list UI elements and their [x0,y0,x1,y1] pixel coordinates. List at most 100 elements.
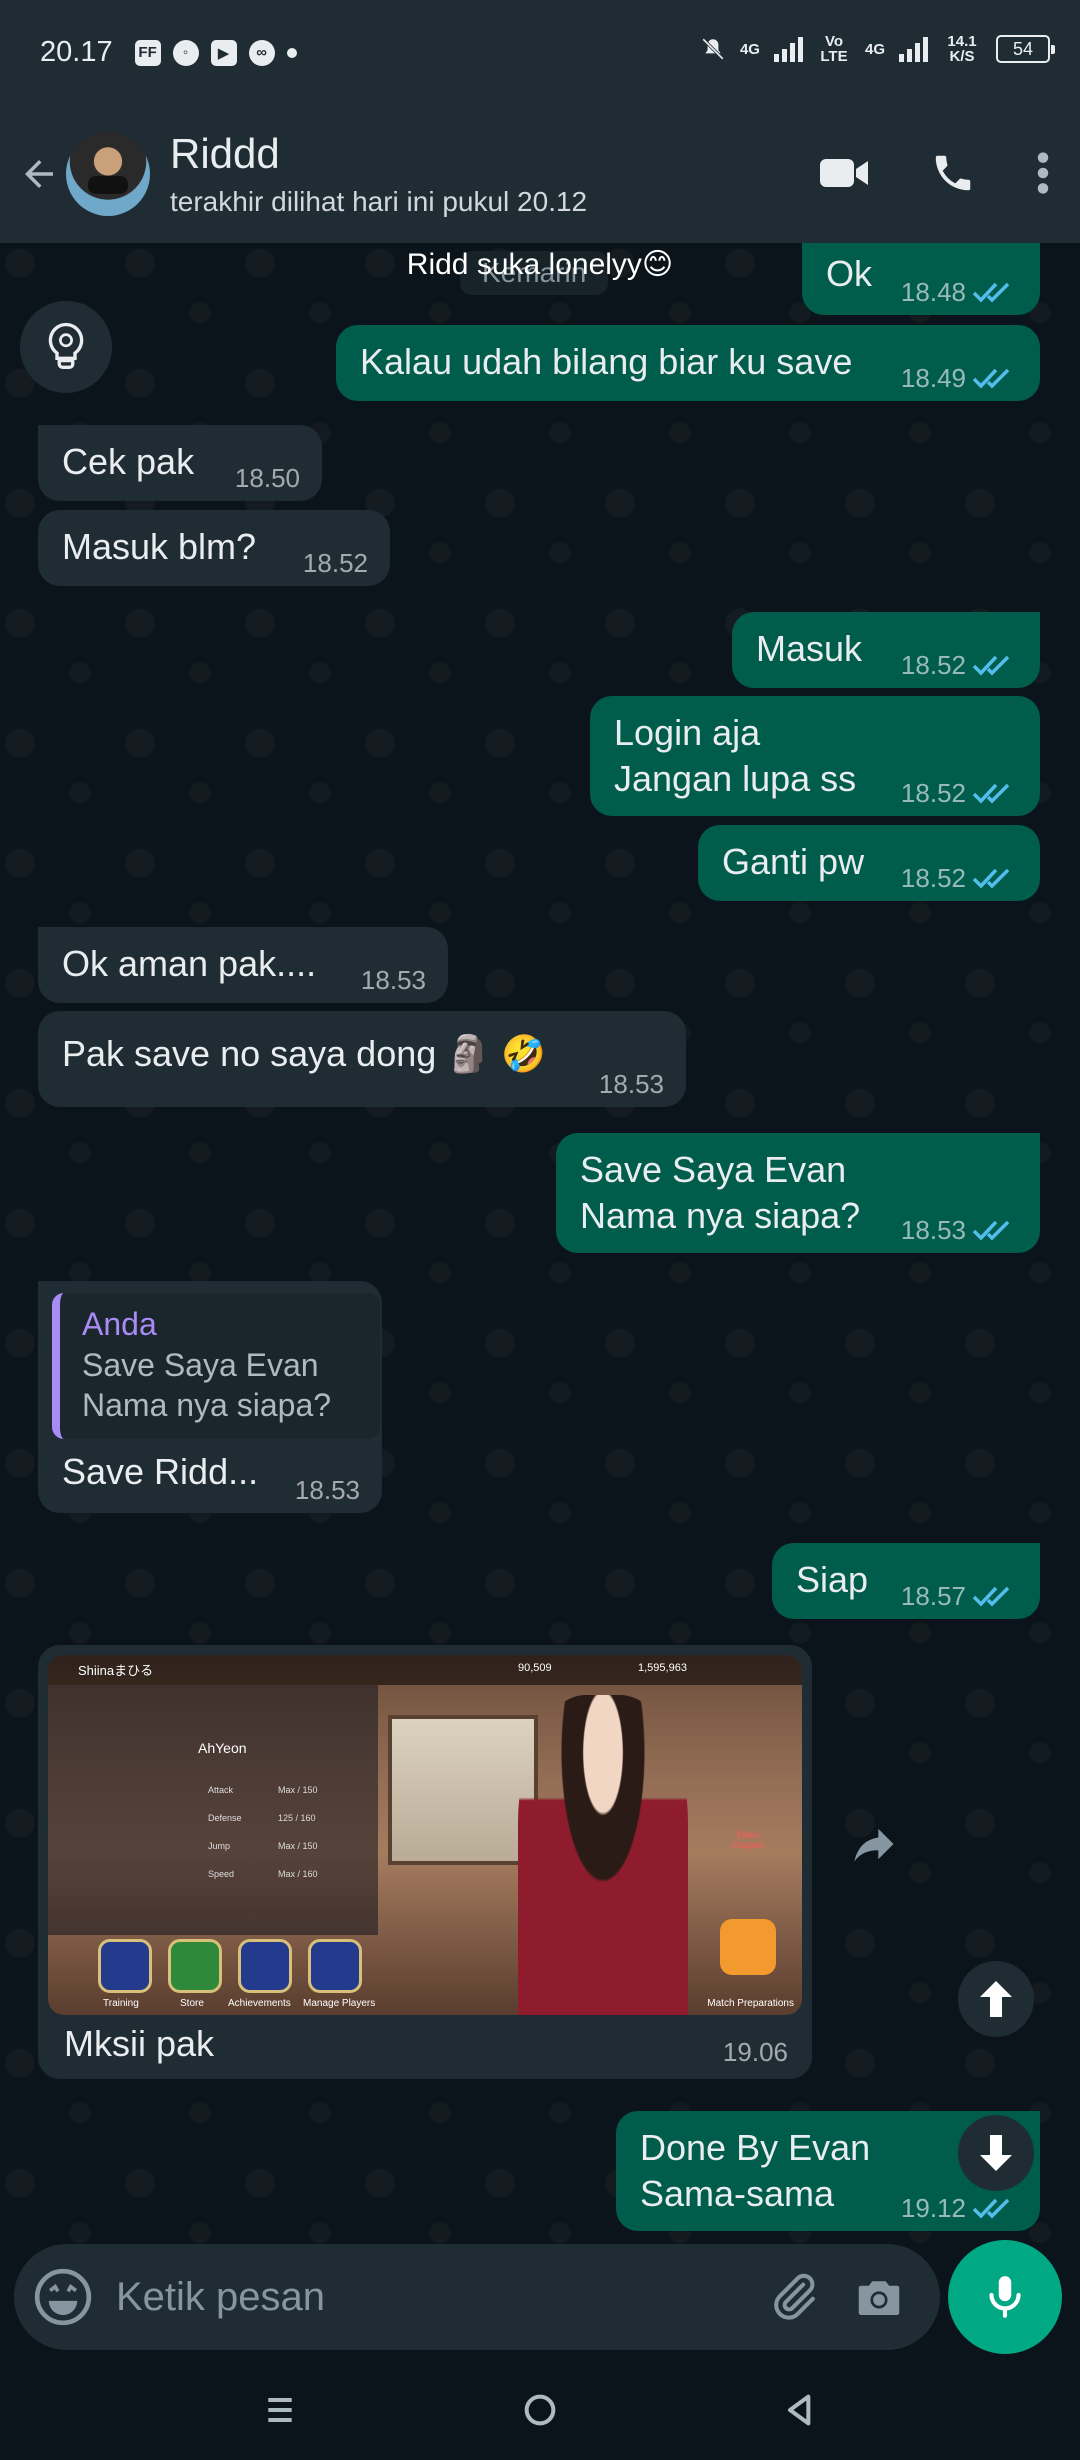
system-nav-bar [0,2360,1080,2460]
message-bubble-out[interactable]: Login aja Jangan lupa ss 18.52 [590,696,1040,816]
contact-name: Riddd [170,130,280,177]
arrow-up-icon [980,1981,1012,2017]
message-bubble-out[interactable]: Kalau udah bilang biar ku save 18.49 [336,325,1040,401]
message-time: 19.06 [722,2037,788,2067]
message-bubble-in[interactable]: Ok aman pak.... 18.53 [38,927,448,1003]
message-meta: 18.52 [303,550,368,576]
message-bubble-in[interactable]: Pak save no saya dong 🗿 🤣 18.53 [38,1011,686,1107]
message-bubble-out[interactable]: Siap 18.57 [772,1543,1040,1619]
header-actions [818,150,1050,196]
message-time: 18.53 [294,1475,360,1505]
read-ticks-icon [972,1220,1010,1241]
back-arrow-icon[interactable] [18,153,60,195]
message-time: 18.53 [598,1069,664,1099]
message-meta: 18.48 [901,279,1018,305]
message-meta: 18.52 [901,865,1018,891]
game-stat-speed: Speed [208,1869,235,1879]
game-stat-attack-value: Max / 150 [278,1785,318,1795]
voice-record-button[interactable] [948,2240,1062,2354]
message-bubble-out[interactable]: Masuk 18.52 [732,612,1040,688]
message-time: 18.50 [234,463,300,493]
message-meta: 18.53 [901,1217,1018,1243]
game-screenshot-image[interactable]: Shiinaまひる 90,509 1,595,963 AhYeon Attack… [48,1655,802,2015]
quoted-line-2: Nama nya siapa? [82,1387,332,1423]
signal-icon-1 [773,36,803,62]
network-type-1: 4G [739,40,760,58]
game-stats-panel: AhYeon Attack Max / 150 Defense 125 / 16… [48,1685,378,1935]
message-time: 18.57 [900,1581,966,1611]
message-time: 18.53 [360,965,426,995]
message-time: 18.49 [900,363,966,393]
quoted-sender: Anda [82,1306,157,1342]
chat-area[interactable]: Kemarin Ridd suka lonelyy😊 Ok 18.48 Kala… [0,243,1080,2243]
message-bubble-out[interactable]: Ganti pw 18.52 [698,825,1040,901]
battery-level: 54 [1012,38,1034,59]
message-meta: 18.52 [901,652,1018,678]
message-time: 18.52 [900,650,966,680]
lightbulb-icon [48,322,84,369]
ff-icon: FF [134,39,161,66]
game-player-name: Shiinaまひる [78,1663,154,1678]
store-button-icon [168,1939,222,1993]
scroll-up-button[interactable] [958,1961,1034,2037]
youtube-icon: ▶ [210,39,237,66]
network-type-2: 4G [864,40,885,58]
mute-icon [702,38,724,60]
volte-label: Vo LTE [820,33,848,65]
video-call-icon[interactable] [818,153,870,193]
infinity-icon: ∞ [248,39,275,66]
status-bar: 20.17 FF ◦ ▶ ∞ 4G Vo LTE 4G 14.1 K/S 54 [0,0,1080,105]
message-text: Pak save no saya dong 🗿 🤣 [62,1033,546,1074]
game-character-name: AhYeon [198,1740,247,1756]
message-bubble-image[interactable]: Shiinaまひる 90,509 1,595,963 AhYeon Attack… [38,1645,812,2079]
home-icon[interactable] [520,2390,560,2430]
game-currency-2: 1,595,963 [638,1662,687,1674]
message-bubble-in[interactable]: Masuk blm? 18.52 [38,510,390,586]
more-notifications-dot [286,47,297,58]
signal-icon-2 [899,36,928,62]
forward-icon[interactable] [848,1818,900,1870]
read-ticks-icon [972,368,1010,389]
message-text: Mksii pak [64,2023,215,2064]
message-meta: 18.53 [599,1071,664,1097]
read-ticks-icon [972,2198,1010,2219]
game-character-art [518,1695,688,2015]
voice-call-icon[interactable] [930,150,976,196]
message-bubble-out[interactable]: Save Saya Evan Nama nya siapa? 18.53 [556,1133,1040,1253]
game-button-training: Training [103,1998,139,2009]
game-stat-defense: Defense [208,1813,242,1823]
camera-icon[interactable] [852,2270,906,2324]
last-seen: terakhir dilihat hari ini pukul 20.12 [170,186,588,217]
network-speed: 14.1 K/S [947,33,977,65]
quoted-message[interactable]: Anda Save Saya Evan Nama nya siapa? [52,1293,380,1439]
avatar[interactable] [66,132,150,216]
message-bubble-out[interactable]: Ok 18.48 [802,243,1040,315]
game-stat-speed-value: Max / 160 [278,1869,318,1879]
emoji-icon[interactable] [32,2266,94,2328]
message-time: 19.12 [900,2193,966,2223]
game-button-store: Store [180,1998,204,2009]
scroll-down-button[interactable] [958,2115,1034,2191]
attach-icon[interactable] [766,2270,820,2324]
recent-apps-icon[interactable] [260,2390,300,2430]
game-button-manage-players: Manage Players [303,1998,376,2009]
message-meta: 19.12 [901,2195,1018,2221]
message-bubble-in[interactable]: Cek pak 18.50 [38,425,322,501]
ai-bulb-button[interactable] [20,301,112,393]
message-time: 18.53 [900,1215,966,1245]
message-bubble-in-reply[interactable]: Anda Save Saya Evan Nama nya siapa? Save… [38,1281,382,1513]
message-line-1: Login aja [614,712,761,753]
message-time: 18.52 [900,863,966,893]
arrow-down-icon [980,2135,1012,2171]
message-time: 18.52 [302,548,368,578]
back-nav-icon[interactable] [780,2390,820,2430]
game-stat-attack: Attack [208,1785,234,1795]
chat-header: Riddd terakhir dilihat hari ini pukul 20… [0,105,1080,243]
message-meta: 18.50 [235,465,300,491]
game-window-scene [388,1715,538,1865]
read-ticks-icon [972,868,1010,889]
message-input[interactable] [116,2274,716,2320]
game-topbar: Shiinaまひる 90,509 1,595,963 [48,1655,802,1685]
more-options-icon[interactable] [1036,151,1050,195]
contact-info[interactable]: Riddd terakhir dilihat hari ini pukul 20… [170,130,587,218]
